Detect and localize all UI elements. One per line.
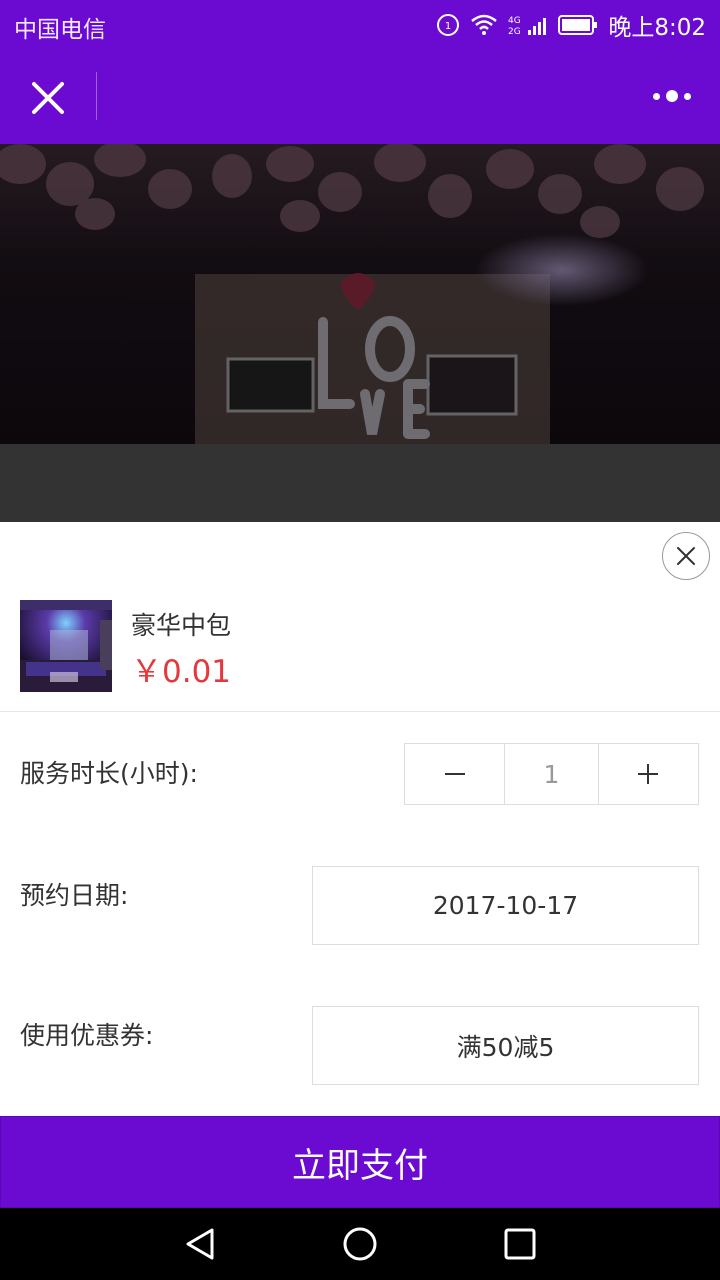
status-bar: 中国电信 1 4G 2G 晚上8:02 bbox=[0, 0, 720, 50]
more-icon[interactable] bbox=[648, 80, 696, 112]
battery-icon bbox=[558, 14, 598, 36]
close-icon[interactable] bbox=[24, 74, 72, 122]
duration-stepper: 1 bbox=[404, 743, 699, 805]
divider bbox=[0, 711, 720, 712]
plus-button[interactable] bbox=[599, 744, 698, 804]
nav-bar bbox=[0, 50, 720, 144]
home-icon[interactable] bbox=[342, 1226, 378, 1262]
svg-text:4G: 4G bbox=[508, 16, 521, 26]
banner-image bbox=[0, 144, 720, 444]
minus-button[interactable] bbox=[405, 744, 504, 804]
date-picker[interactable]: 2017-10-17 bbox=[312, 866, 699, 945]
coupon-label: 使用优惠券: bbox=[20, 1021, 154, 1050]
back-icon[interactable] bbox=[182, 1226, 218, 1262]
duration-label: 服务时长(小时): bbox=[20, 759, 198, 788]
product-name: 豪华中包 bbox=[131, 611, 232, 640]
svg-text:1: 1 bbox=[445, 21, 451, 32]
dim-overlay[interactable] bbox=[0, 444, 720, 522]
recents-icon[interactable] bbox=[502, 1226, 538, 1262]
android-nav-bar bbox=[0, 1208, 720, 1280]
svg-text:2G: 2G bbox=[508, 27, 521, 37]
plus-icon bbox=[638, 764, 659, 784]
date-label: 预约日期: bbox=[20, 881, 129, 910]
product-image bbox=[20, 600, 112, 692]
wifi-icon bbox=[470, 14, 498, 36]
order-sheet: 豪华中包 ￥0.01 服务时长(小时): 1 预约日期: 2017-10-17 … bbox=[0, 522, 720, 1116]
status-indicators: 1 4G 2G 晚上8:02 bbox=[436, 8, 706, 42]
hd-call-icon: 1 bbox=[436, 13, 460, 37]
nav-divider bbox=[96, 72, 97, 120]
coupon-selector[interactable]: 满50减5 bbox=[312, 1006, 699, 1085]
pay-now-button[interactable]: 立即支付 bbox=[0, 1116, 720, 1208]
minus-icon bbox=[444, 773, 465, 775]
clock-time: 晚上8:02 bbox=[608, 15, 706, 41]
carrier-name: 中国电信 bbox=[14, 17, 106, 43]
duration-value[interactable]: 1 bbox=[504, 744, 599, 804]
signal-icon: 4G 2G bbox=[508, 13, 548, 37]
product-price: ￥0.01 bbox=[131, 654, 232, 690]
close-icon[interactable] bbox=[662, 532, 710, 580]
